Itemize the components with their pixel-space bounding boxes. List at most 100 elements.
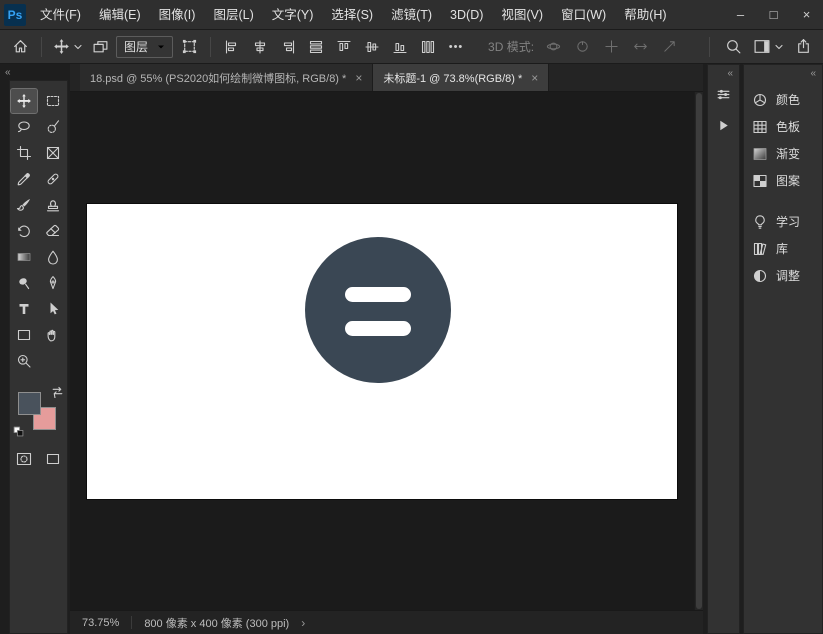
tool-options-bar: 图层 ••• 3D 模式: <box>0 30 823 64</box>
3d-mode-label: 3D 模式: <box>488 38 534 55</box>
maximize-button[interactable]: □ <box>757 0 790 30</box>
collapsed-panel-rail: « <box>707 64 740 634</box>
spot-healing-brush-tool[interactable] <box>40 167 66 191</box>
panel-adjustments[interactable]: 调整 <box>744 262 822 289</box>
toolbar-collapse-chevron[interactable]: « <box>0 64 70 80</box>
document-tab-untitled-1[interactable]: 未标题-1 @ 73.8%(RGB/8) * × <box>373 64 549 91</box>
dock-collapse-chevron[interactable]: « <box>744 65 822 81</box>
lasso-tool[interactable] <box>11 115 37 139</box>
patterns-panel-icon <box>752 173 768 189</box>
vertical-scrollbar[interactable] <box>694 92 703 610</box>
move-tool[interactable] <box>11 89 37 113</box>
clone-stamp-tool[interactable] <box>40 193 66 217</box>
workspace-switcher-icon[interactable] <box>751 34 785 60</box>
share-icon[interactable] <box>791 34 815 60</box>
menu-edit[interactable]: 编辑(E) <box>90 0 150 30</box>
foreground-color-swatch[interactable] <box>18 392 41 415</box>
swap-colors-icon[interactable] <box>51 385 64 398</box>
menu-select[interactable]: 选择(S) <box>322 0 382 30</box>
rectangular-marquee-tool[interactable] <box>40 89 66 113</box>
minimize-button[interactable]: – <box>724 0 757 30</box>
document-area: 18.psd @ 55% (PS2020如何绘制微博图标, RGB/8) * ×… <box>70 64 703 634</box>
horizontal-type-tool[interactable] <box>11 297 37 321</box>
gradients-panel-icon <box>752 146 768 162</box>
photoshop-logo: Ps <box>4 4 26 26</box>
home-icon[interactable] <box>8 34 32 60</box>
menu-help[interactable]: 帮助(H) <box>615 0 675 30</box>
screen-mode-icon[interactable] <box>40 447 66 471</box>
3d-scale-icon <box>657 34 681 60</box>
close-icon[interactable]: × <box>355 71 362 85</box>
panel-patterns[interactable]: 图案 <box>744 167 822 194</box>
actions-panel-icon[interactable] <box>711 112 737 138</box>
brush-tool[interactable] <box>11 193 37 217</box>
panel-color[interactable]: 颜色 <box>744 86 822 113</box>
menu-layer[interactable]: 图层(L) <box>204 0 262 30</box>
frame-tool[interactable] <box>40 141 66 165</box>
blur-tool[interactable] <box>40 245 66 269</box>
gradient-tool[interactable] <box>11 245 37 269</box>
menu-window[interactable]: 窗口(W) <box>552 0 615 30</box>
search-icon[interactable] <box>721 34 745 60</box>
tools-column: « <box>0 64 70 634</box>
tools-panel <box>9 80 68 634</box>
align-top-icon[interactable] <box>332 34 356 60</box>
hand-tool[interactable] <box>40 323 66 347</box>
zoom-tool[interactable] <box>11 349 37 373</box>
panel-gradients[interactable]: 渐变 <box>744 140 822 167</box>
panel-libraries[interactable]: 库 <box>744 235 822 262</box>
dock-items: 颜色 色板 渐变 图案 学习 <box>744 81 822 289</box>
move-tool-preset-icon[interactable] <box>51 34 84 60</box>
align-right-icon[interactable] <box>276 34 300 60</box>
properties-panel-icon[interactable] <box>711 81 737 107</box>
crop-tool[interactable] <box>11 141 37 165</box>
divider <box>709 37 710 57</box>
menu-view[interactable]: 视图(V) <box>492 0 552 30</box>
pen-tool[interactable] <box>40 271 66 295</box>
align-middle-icon[interactable] <box>360 34 384 60</box>
zoom-level-field[interactable]: 73.75% <box>82 617 119 629</box>
menu-file[interactable]: 文件(F) <box>31 0 90 30</box>
more-options-icon[interactable]: ••• <box>444 34 468 60</box>
close-icon[interactable]: × <box>531 71 538 85</box>
3d-orbit-icon <box>541 34 565 60</box>
document-tab-18psd[interactable]: 18.psd @ 55% (PS2020如何绘制微博图标, RGB/8) * × <box>80 64 373 91</box>
menu-image[interactable]: 图像(I) <box>150 0 205 30</box>
rail-collapse-chevron[interactable]: « <box>708 65 739 81</box>
panel-label: 图案 <box>776 172 800 189</box>
color-panel-icon <box>752 92 768 108</box>
menu-type[interactable]: 文字(Y) <box>263 0 323 30</box>
quick-selection-tool[interactable] <box>40 115 66 139</box>
rectangle-tool[interactable] <box>11 323 37 347</box>
empty-slot <box>40 349 66 373</box>
auto-select-icon[interactable] <box>88 34 112 60</box>
scrollbar-thumb[interactable] <box>696 93 702 609</box>
default-colors-icon[interactable] <box>13 426 24 437</box>
dodge-tool[interactable] <box>11 271 37 295</box>
align-center-horizontal-icon[interactable] <box>248 34 272 60</box>
path-selection-tool[interactable] <box>40 297 66 321</box>
status-options-chevron[interactable]: › <box>301 616 305 630</box>
align-left-icon[interactable] <box>220 34 244 60</box>
document-canvas[interactable] <box>87 204 677 499</box>
panel-label: 色板 <box>776 118 800 135</box>
menu-filter[interactable]: 滤镜(T) <box>382 0 441 30</box>
distribute-vertical-icon[interactable] <box>416 34 440 60</box>
close-button[interactable]: × <box>790 0 823 30</box>
divider <box>131 616 132 629</box>
history-brush-tool[interactable] <box>11 219 37 243</box>
quick-mask-icon[interactable] <box>11 447 37 471</box>
panel-swatches[interactable]: 色板 <box>744 113 822 140</box>
align-bottom-icon[interactable] <box>388 34 412 60</box>
artwork-circle <box>305 237 451 383</box>
panel-learn[interactable]: 学习 <box>744 208 822 235</box>
distribute-horizontal-icon[interactable] <box>304 34 328 60</box>
panel-label: 库 <box>776 240 788 257</box>
eyedropper-tool[interactable] <box>11 167 37 191</box>
menu-3d[interactable]: 3D(D) <box>441 0 492 30</box>
pasteboard[interactable] <box>70 92 694 610</box>
panel-label: 调整 <box>776 267 800 284</box>
auto-select-target-dropdown[interactable]: 图层 <box>116 36 173 58</box>
eraser-tool[interactable] <box>40 219 66 243</box>
transform-controls-icon[interactable] <box>177 34 201 60</box>
